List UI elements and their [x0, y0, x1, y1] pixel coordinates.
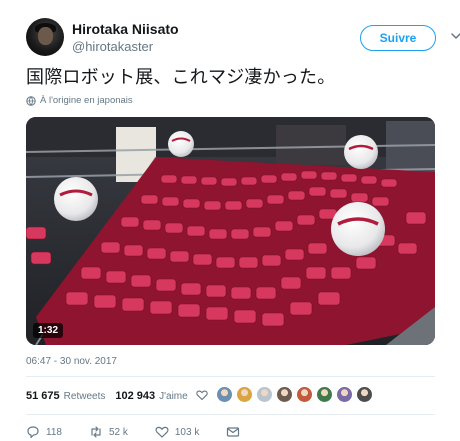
liker-avatar[interactable]	[236, 386, 253, 403]
retweets-stat[interactable]: 51 675 Retweets	[26, 390, 105, 402]
author-name[interactable]: Hirotaka Niisato	[72, 21, 179, 37]
video-duration-badge: 1:32	[33, 323, 64, 338]
tweet-timestamp[interactable]: 06:47 - 30 nov. 2017	[26, 356, 117, 367]
like-button[interactable]: 103 k	[155, 425, 199, 439]
tweet-actions: 118 52 k 103 k	[26, 424, 267, 440]
translation-label: À l'origine en japonais	[40, 95, 133, 106]
translation-note[interactable]: À l'origine en japonais	[26, 95, 133, 106]
liker-avatar[interactable]	[316, 386, 333, 403]
liker-avatar[interactable]	[356, 386, 373, 403]
tweet-header: Hirotaka Niisato @hirotakaster Suivre	[26, 18, 460, 58]
like-count: 103 k	[174, 426, 200, 438]
video-frame	[26, 117, 435, 345]
tweet-text: 国際ロボット展、これマジ凄かった。	[26, 67, 336, 87]
divider	[26, 376, 435, 377]
avatar[interactable]	[26, 18, 64, 56]
likes-count: 102 943	[115, 390, 156, 402]
engagement-stats: 51 675 Retweets 102 943 J'aime	[26, 383, 198, 409]
author-handle[interactable]: @hirotakaster	[72, 39, 153, 54]
chevron-down-icon[interactable]	[450, 30, 460, 42]
reply-count: 118	[46, 426, 62, 438]
video-player[interactable]: 1:32	[26, 117, 435, 345]
likes-label: J'aime	[159, 391, 188, 402]
mail-icon	[227, 427, 240, 437]
retweet-count: 52 k	[108, 426, 128, 438]
retweet-icon	[91, 426, 101, 438]
liker-avatars	[216, 386, 373, 403]
reply-button[interactable]: 118	[26, 425, 62, 439]
liker-avatar[interactable]	[276, 386, 293, 403]
follow-button[interactable]: Suivre	[360, 25, 436, 51]
liker-avatar[interactable]	[296, 386, 313, 403]
retweets-label: Retweets	[63, 391, 106, 402]
liker-avatar[interactable]	[256, 386, 273, 403]
liker-avatar[interactable]	[336, 386, 353, 403]
heart-icon	[196, 390, 208, 401]
liker-avatar[interactable]	[216, 386, 233, 403]
divider	[26, 414, 435, 415]
likes-stat[interactable]: 102 943 J'aime	[115, 390, 187, 402]
retweets-count: 51 675	[26, 390, 60, 402]
retweet-button[interactable]: 52 k	[89, 425, 128, 439]
direct-message-button[interactable]	[226, 425, 240, 439]
reply-icon	[27, 426, 39, 439]
heart-icon	[155, 426, 169, 438]
globe-icon	[26, 95, 36, 106]
